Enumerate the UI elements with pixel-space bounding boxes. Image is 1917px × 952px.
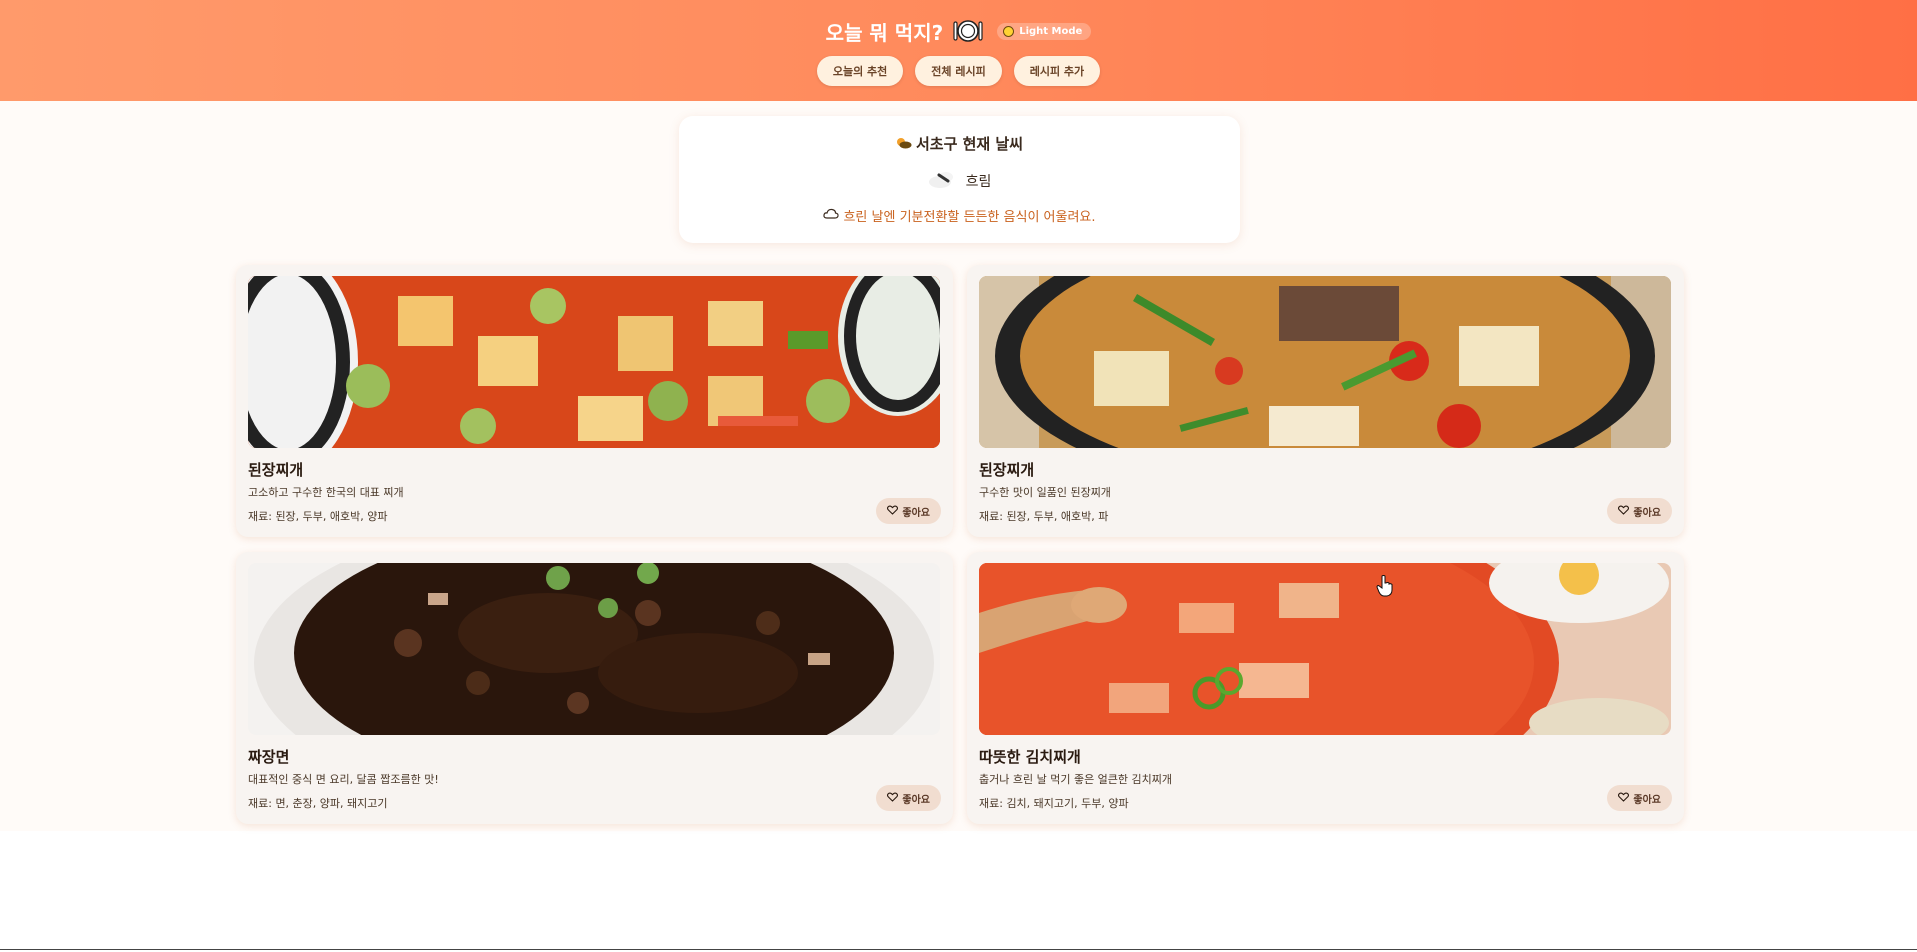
title-row: 오늘 뭐 먹지? Light Mode <box>0 16 1917 46</box>
bottom-divider <box>0 949 1917 950</box>
like-label: 좋아요 <box>1633 507 1661 519</box>
like-button[interactable]: 좋아요 <box>876 498 941 524</box>
app-title: 오늘 뭐 먹지? <box>825 20 944 45</box>
weather-title: 서초구 현재 날씨 <box>915 135 1024 153</box>
nav-add-recipe-button[interactable]: 레시피 추가 <box>1013 56 1101 86</box>
theme-toggle-button[interactable]: Light Mode <box>997 22 1092 40</box>
recipe-image <box>248 276 940 448</box>
weather-message: 흐린 날엔 기분전환할 든든한 음식이 어울려요. <box>843 210 1096 225</box>
recipe-title: 따뜻한 김치찌개 <box>979 748 1081 766</box>
recipe-card[interactable]: 된장찌개 구수한 맛이 일품인 된장찌개 재료: 된장, 두부, 애호박, 파 … <box>967 265 1684 537</box>
app-header: 오늘 뭐 먹지? Light Mode 오늘의 추천 전체 레시피 레시피 추가 <box>0 0 1917 101</box>
like-button[interactable]: 좋아요 <box>876 785 941 811</box>
recipe-image <box>979 276 1671 448</box>
recipe-title: 된장찌개 <box>979 461 1035 479</box>
recipe-card[interactable]: 짜장면 대표적인 중식 면 요리, 달콤 짭조름한 맛! 재료: 면, 춘장, … <box>236 552 953 824</box>
main-nav: 오늘의 추천 전체 레시피 레시피 추가 <box>0 56 1917 86</box>
recipe-description: 춥거나 흐린 날 먹기 좋은 얼큰한 김치찌개 <box>979 773 1173 786</box>
weather-state-text: 흐림 <box>965 174 992 190</box>
weather-message-row: 흐린 날엔 기분전환할 든든한 음식이 어울려요. <box>679 206 1240 225</box>
recipe-image <box>248 563 940 735</box>
recipe-ingredients: 재료: 면, 춘장, 양파, 돼지고기 <box>248 797 388 810</box>
plate-cutlery-icon <box>953 16 983 46</box>
cloud-icon <box>928 169 956 193</box>
recipe-description: 대표적인 중식 면 요리, 달콤 짭조름한 맛! <box>248 773 439 786</box>
heart-outline-icon <box>1618 505 1630 518</box>
recipe-title: 된장찌개 <box>248 461 304 479</box>
recipe-card[interactable]: 따뜻한 김치찌개 춥거나 흐린 날 먹기 좋은 얼큰한 김치찌개 재료: 김치,… <box>967 552 1684 824</box>
nav-all-recipes-button[interactable]: 전체 레시피 <box>915 56 1002 86</box>
sun-behind-cloud-icon <box>896 135 912 153</box>
heart-outline-icon <box>887 792 899 805</box>
recipe-image <box>979 563 1671 735</box>
nav-today-recommend-button[interactable]: 오늘의 추천 <box>816 56 904 86</box>
weather-card: 서초구 현재 날씨 흐림 흐린 날엔 기분전환할 든든한 음식이 어울려요. <box>679 116 1240 243</box>
sun-icon <box>1003 25 1015 37</box>
recipe-title: 짜장면 <box>248 748 290 766</box>
recipe-ingredients: 재료: 된장, 두부, 애호박, 파 <box>979 510 1109 523</box>
recipe-ingredients: 재료: 김치, 돼지고기, 두부, 양파 <box>979 797 1129 810</box>
like-button[interactable]: 좋아요 <box>1607 785 1672 811</box>
hand-cursor-icon <box>1376 575 1394 597</box>
cloud-outline-icon <box>823 208 840 223</box>
theme-toggle-label: Light Mode <box>1019 25 1083 37</box>
weather-state-row: 흐림 <box>679 169 1240 193</box>
like-button[interactable]: 좋아요 <box>1607 498 1672 524</box>
recipe-description: 구수한 맛이 일품인 된장찌개 <box>979 486 1111 499</box>
recipe-card[interactable]: 된장찌개 고소하고 구수한 한국의 대표 찌개 재료: 된장, 두부, 애호박,… <box>236 265 953 537</box>
like-label: 좋아요 <box>1633 794 1661 806</box>
like-label: 좋아요 <box>902 507 930 519</box>
heart-outline-icon <box>887 505 899 518</box>
recipe-ingredients: 재료: 된장, 두부, 애호박, 양파 <box>248 510 388 523</box>
heart-outline-icon <box>1618 792 1630 805</box>
like-label: 좋아요 <box>902 794 930 806</box>
recipe-description: 고소하고 구수한 한국의 대표 찌개 <box>248 486 404 499</box>
weather-title-row: 서초구 현재 날씨 <box>679 133 1240 154</box>
